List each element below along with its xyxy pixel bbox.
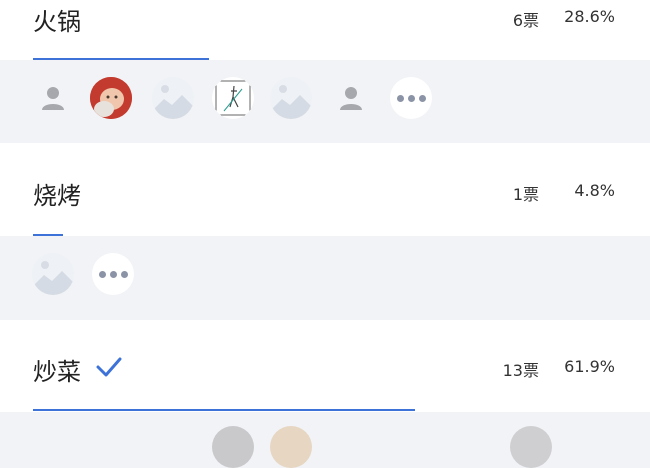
vote-count: 6票 bbox=[512, 11, 539, 30]
progress-fill bbox=[33, 409, 415, 411]
mountain-placeholder-avatar[interactable] bbox=[270, 77, 312, 119]
option-label: 炒菜 bbox=[33, 358, 81, 386]
mountain-placeholder-avatar[interactable] bbox=[152, 77, 194, 119]
option-row-hotpot[interactable]: 火锅 6票 28.6% bbox=[0, 0, 650, 60]
vote-count: 1票 bbox=[512, 185, 539, 204]
voter-list bbox=[0, 412, 650, 468]
checkmark-icon bbox=[95, 356, 123, 384]
baby-photo-avatar[interactable] bbox=[90, 77, 132, 119]
vote-percent: 4.8% bbox=[574, 181, 615, 200]
vote-percent: 61.9% bbox=[564, 357, 615, 376]
vote-count: 13票 bbox=[502, 361, 539, 380]
more-dots-icon[interactable] bbox=[390, 77, 432, 119]
default-avatar-icon[interactable] bbox=[330, 77, 372, 119]
option-row-stirfry[interactable]: 炒菜 13票 61.9% bbox=[0, 320, 650, 412]
voter-list bbox=[0, 236, 650, 320]
option-label: 烧烤 bbox=[33, 182, 81, 210]
mountain-placeholder-avatar[interactable] bbox=[32, 253, 74, 295]
voter-list bbox=[0, 60, 650, 143]
photo-avatar[interactable] bbox=[212, 426, 254, 468]
vote-percent: 28.6% bbox=[564, 7, 615, 26]
sketch-avatar[interactable] bbox=[212, 77, 254, 119]
more-dots-icon[interactable] bbox=[92, 253, 134, 295]
option-row-bbq[interactable]: 烧烤 1票 4.8% bbox=[0, 143, 650, 236]
option-label: 火锅 bbox=[33, 8, 81, 36]
photo-avatar[interactable] bbox=[510, 426, 552, 468]
option-title-group: 炒菜 bbox=[33, 352, 123, 387]
default-avatar-icon[interactable] bbox=[32, 77, 74, 119]
photo-avatar[interactable] bbox=[270, 426, 312, 468]
progress-bar bbox=[33, 409, 650, 411]
